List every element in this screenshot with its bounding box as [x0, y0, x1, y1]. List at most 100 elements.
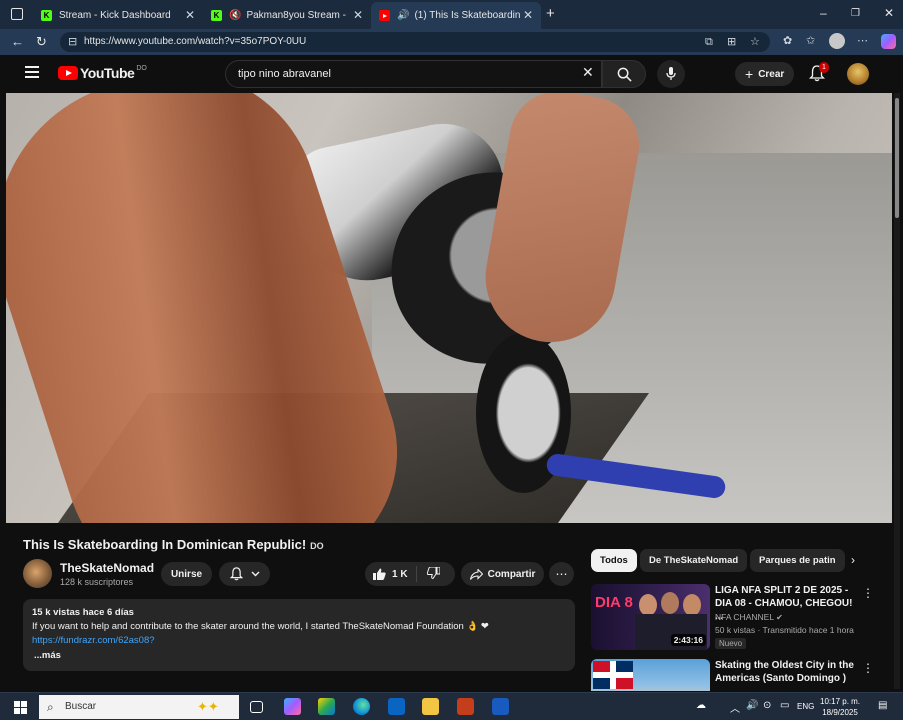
video-title: This Is Skateboarding In Dominican Repub… [23, 537, 324, 552]
site-info-icon[interactable]: ⊟ [68, 32, 77, 52]
reader-icon[interactable]: ⊞ [727, 32, 736, 52]
file-explorer-icon[interactable] [422, 698, 439, 715]
voice-search-button[interactable] [657, 60, 685, 88]
video-player[interactable] [6, 93, 892, 523]
like-dislike-group: 1 K [365, 562, 455, 586]
restore-icon[interactable]: ❐ [851, 8, 860, 19]
menu-icon[interactable] [25, 66, 39, 78]
youtube-logo[interactable]: YouTube DO [58, 65, 147, 81]
thumbs-up-icon [373, 568, 386, 580]
task-view-icon[interactable] [250, 701, 263, 713]
windows-taskbar: ⌕ Buscar ✦✦ ☁ ︿ 🔊 ⊙ ▭ ENG 10:17 p. m. 18… [0, 692, 903, 720]
search-icon: ⌕ [47, 700, 54, 714]
more-actions-button[interactable]: ⋯ [549, 562, 574, 586]
recommendation-channel[interactable]: NFA CHANNEL ✔ [715, 612, 783, 622]
tab-actions-icon[interactable] [11, 8, 23, 20]
recommendation-item[interactable]: Skating the Oldest City in the Americas … [591, 659, 881, 691]
search-input[interactable]: tipo nino abravanel [225, 60, 602, 88]
minimize-icon[interactable]: – [820, 6, 827, 20]
weather-icon[interactable]: ☁ [696, 700, 706, 711]
tab-kick-dashboard[interactable]: K Stream - Kick Dashboard ✕ [33, 2, 203, 29]
clock[interactable]: 10:17 p. m. 18/9/2025 [820, 696, 860, 718]
search-button[interactable] [602, 60, 646, 88]
url-field[interactable]: ⊟ https://www.youtube.com/watch?v=35o7PO… [60, 32, 770, 52]
tab-pakman-stream[interactable]: K 🔇 Pakman8you Stream - Watch ✕ [203, 2, 371, 29]
recommendation-item[interactable]: DIA 8 2:43:16 LIGA NFA SPLIT 2 DE 2025 -… [591, 584, 881, 652]
clear-search-icon[interactable]: ✕ [582, 64, 594, 81]
chip-skate-parks[interactable]: Parques de patin [750, 549, 845, 572]
back-icon[interactable]: ← [11, 34, 24, 49]
close-window-icon[interactable]: ✕ [884, 6, 894, 20]
profile-icon[interactable] [829, 33, 845, 49]
share-button[interactable]: Compartir [461, 562, 544, 586]
favorites-icon[interactable]: ✩ [806, 34, 815, 47]
fundraiser-link[interactable]: https://fundrazr.com/62as08? [32, 635, 155, 646]
copilot-tools-icon[interactable]: ✿ [783, 34, 792, 47]
channel-name[interactable]: TheSkateNomad [60, 561, 154, 575]
recommendation-chips: Todos De TheSkateNomad Parques de patin [591, 549, 871, 573]
extension-icon[interactable]: ⧉ [705, 32, 713, 52]
subscription-bell-button[interactable] [219, 562, 270, 586]
language-indicator[interactable]: ENG [797, 702, 814, 711]
close-tab-icon[interactable]: ✕ [185, 8, 195, 22]
notification-badge: 1 [819, 62, 829, 73]
outlook-icon[interactable] [388, 698, 405, 715]
volume-icon[interactable]: 🔊 [746, 700, 758, 711]
browser-tab-strip: K Stream - Kick Dashboard ✕ K 🔇 Pakman8y… [0, 0, 903, 29]
notification-center-icon[interactable]: ▤ [878, 700, 887, 711]
chevron-right-icon[interactable]: › [851, 553, 855, 567]
join-button[interactable]: Unirse [161, 562, 212, 586]
verified-icon: ✔ [776, 613, 783, 622]
meet-icon[interactable]: ⊙ [763, 700, 771, 711]
chevron-down-icon [251, 571, 259, 577]
kick-favicon-icon: K [211, 10, 222, 21]
page-scrollbar[interactable] [894, 93, 900, 689]
show-hidden-icons[interactable]: ︿ [730, 700, 740, 715]
close-tab-icon[interactable]: ✕ [353, 8, 363, 22]
refresh-icon[interactable]: ↻ [36, 34, 47, 50]
bell-icon [229, 567, 243, 581]
show-more-link[interactable]: ...más [32, 649, 566, 663]
favorite-icon[interactable]: ☆ [750, 32, 760, 52]
video-thumbnail[interactable] [591, 659, 710, 691]
video-duration: 2:43:16 [670, 634, 706, 646]
edge-icon[interactable] [353, 698, 370, 715]
powerpoint-icon[interactable] [457, 698, 474, 715]
word-icon[interactable] [492, 698, 509, 715]
windows-start-icon[interactable] [14, 701, 27, 714]
gallery-app-icon[interactable] [318, 698, 335, 715]
recommendation-title[interactable]: Skating the Oldest City in the Americas … [715, 659, 861, 685]
more-vertical-icon[interactable]: ⋮ [862, 661, 874, 675]
new-tab-button[interactable]: + [546, 5, 555, 22]
recommendation-meta: 50 k vistas · Transmitido hace 1 hora [715, 625, 854, 635]
tab-youtube-video[interactable]: 🔊 (1) This Is Skateboarding In D ✕ [371, 2, 541, 29]
muted-speaker-icon[interactable]: 🔇 [229, 10, 241, 21]
tab-title: (1) This Is Skateboarding In D [414, 10, 521, 21]
scrollbar-thumb[interactable] [895, 98, 899, 218]
video-thumbnail[interactable]: DIA 8 2:43:16 [591, 584, 710, 650]
close-tab-icon[interactable]: ✕ [523, 8, 533, 22]
thumbnail-text: DIA 8 [595, 594, 633, 611]
thumbs-down-icon [426, 566, 441, 579]
account-avatar[interactable] [847, 63, 869, 85]
microphone-icon [666, 67, 676, 80]
chip-from-channel[interactable]: De TheSkateNomad [640, 549, 748, 572]
more-vertical-icon[interactable]: ⋮ [862, 586, 874, 600]
speaker-icon[interactable]: 🔊 [397, 10, 409, 21]
subscriber-count: 128 k suscriptores [60, 577, 134, 587]
more-options-icon[interactable]: ⋯ [857, 34, 868, 47]
url-text: https://www.youtube.com/watch?v=35o7POY-… [84, 36, 307, 47]
network-icon[interactable]: ▭ [780, 700, 789, 711]
plus-icon: + [745, 66, 754, 82]
dislike-button[interactable] [417, 566, 441, 582]
copilot-icon[interactable] [881, 34, 896, 49]
view-count-date: 15 k vistas hace 6 días [32, 607, 134, 618]
chip-all[interactable]: Todos [591, 549, 637, 572]
like-button[interactable]: 1 K [365, 566, 417, 582]
description-box[interactable]: 15 k vistas hace 6 días If you want to h… [23, 599, 575, 671]
create-button[interactable]: + Crear [735, 62, 795, 86]
taskbar-search[interactable]: ⌕ Buscar ✦✦ [39, 695, 239, 719]
channel-avatar[interactable] [23, 559, 52, 588]
search-highlight-icon: ✦✦ [197, 699, 219, 714]
copilot-app-icon[interactable] [284, 698, 301, 715]
